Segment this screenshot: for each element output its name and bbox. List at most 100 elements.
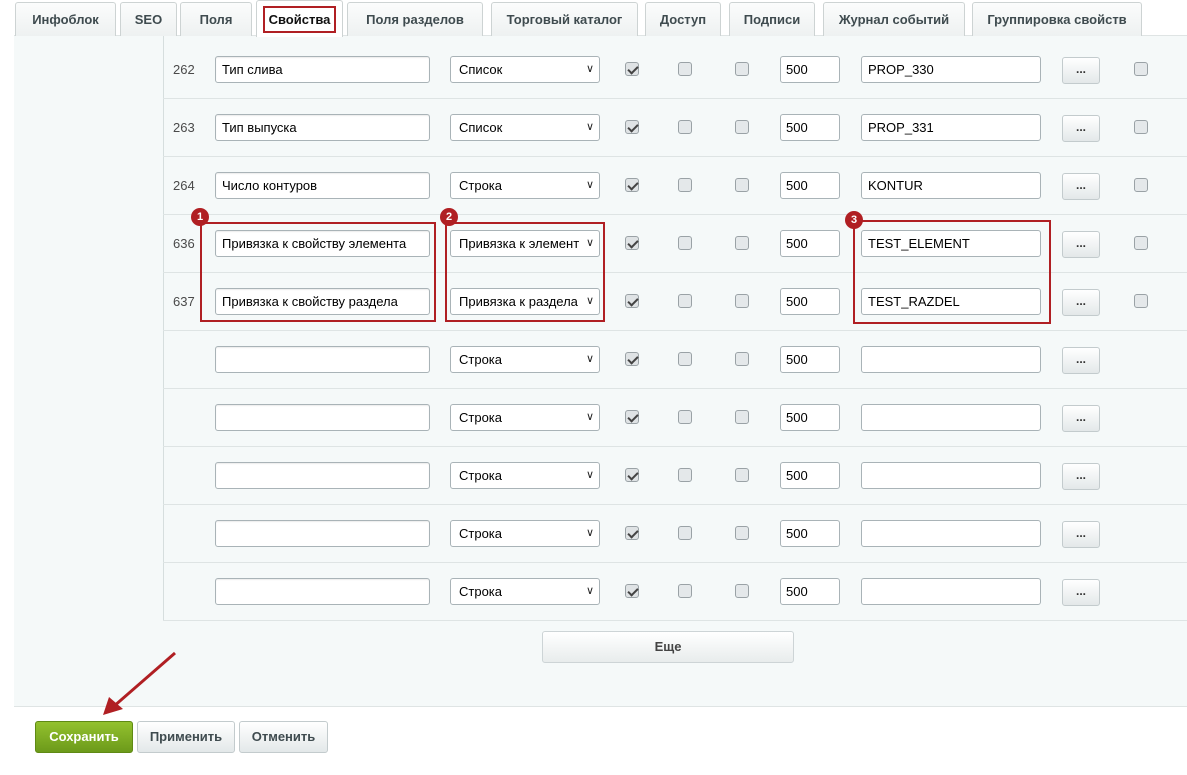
property-settings-button[interactable]: ... [1062,173,1100,200]
active-checkbox[interactable] [625,120,639,134]
tab-bar: Инфоблок SEO Поля Свойства Поля разделов Торг… [0,0,1187,37]
sort-input[interactable] [780,288,840,315]
property-settings-button[interactable]: ... [1062,521,1100,548]
sort-input[interactable] [780,172,840,199]
delete-checkbox[interactable] [1134,294,1148,308]
required-checkbox[interactable] [735,584,749,598]
chevron-down-icon: ∨ [585,469,594,481]
code-input[interactable] [861,404,1041,431]
property-name-input[interactable] [215,56,430,83]
more-button[interactable]: Еще [542,631,794,663]
multiple-checkbox[interactable] [678,352,692,366]
delete-checkbox[interactable] [1134,120,1148,134]
multiple-checkbox[interactable] [678,294,692,308]
property-type-select[interactable]: Строка ∨ [450,462,600,489]
tab-7[interactable]: Доступ [645,2,721,36]
sort-input[interactable] [780,230,840,257]
apply-button[interactable]: Применить [137,721,235,753]
property-type-select[interactable]: Строка ∨ [450,172,600,199]
save-button[interactable]: Сохранить [35,721,133,753]
property-type-select[interactable]: Строка ∨ [450,578,600,605]
property-settings-button[interactable]: ... [1062,405,1100,432]
code-input[interactable] [861,520,1041,547]
tab-label: Группировка свойств [987,12,1127,27]
active-checkbox[interactable] [625,236,639,250]
active-checkbox[interactable] [625,62,639,76]
tab-9[interactable]: Журнал событий [823,2,965,36]
multiple-checkbox[interactable] [678,178,692,192]
tab-2[interactable]: SEO [120,2,177,36]
property-settings-button[interactable]: ... [1062,57,1100,84]
multiple-checkbox[interactable] [678,410,692,424]
property-name-input[interactable] [215,462,430,489]
sort-input[interactable] [780,404,840,431]
tab-8[interactable]: Подписи [729,2,815,36]
property-settings-button[interactable]: ... [1062,347,1100,374]
required-checkbox[interactable] [735,352,749,366]
sort-input[interactable] [780,346,840,373]
required-checkbox[interactable] [735,468,749,482]
tab-5[interactable]: Поля разделов [347,2,483,36]
active-checkbox[interactable] [625,352,639,366]
property-name-input[interactable] [215,404,430,431]
cancel-button[interactable]: Отменить [239,721,328,753]
delete-checkbox[interactable] [1134,178,1148,192]
property-settings-button[interactable]: ... [1062,579,1100,606]
active-checkbox[interactable] [625,410,639,424]
delete-checkbox[interactable] [1134,62,1148,76]
property-row: Строка ∨... [163,447,1187,505]
required-checkbox[interactable] [735,526,749,540]
multiple-checkbox[interactable] [678,526,692,540]
multiple-checkbox[interactable] [678,468,692,482]
required-checkbox[interactable] [735,120,749,134]
required-checkbox[interactable] [735,410,749,424]
required-checkbox[interactable] [735,236,749,250]
property-settings-button[interactable]: ... [1062,231,1100,258]
sort-input[interactable] [780,56,840,83]
code-input[interactable] [861,462,1041,489]
property-name-input[interactable] [215,346,430,373]
property-type-select[interactable]: Строка ∨ [450,520,600,547]
property-name-input[interactable] [215,578,430,605]
code-input[interactable] [861,346,1041,373]
sort-input[interactable] [780,520,840,547]
property-type-select[interactable]: Строка ∨ [450,404,600,431]
required-checkbox[interactable] [735,294,749,308]
chevron-down-icon: ∨ [585,527,594,539]
tab-4[interactable]: Свойства [256,0,343,37]
multiple-checkbox[interactable] [678,236,692,250]
property-name-input[interactable] [215,172,430,199]
delete-checkbox[interactable] [1134,236,1148,250]
active-checkbox[interactable] [625,294,639,308]
property-name-input[interactable] [215,520,430,547]
tab-3[interactable]: Поля [180,2,252,36]
multiple-checkbox[interactable] [678,62,692,76]
property-name-input[interactable] [215,114,430,141]
sort-input[interactable] [780,462,840,489]
code-input[interactable] [861,56,1041,83]
sort-input[interactable] [780,114,840,141]
property-type-select[interactable]: Список ∨ [450,114,600,141]
code-input[interactable] [861,172,1041,199]
active-checkbox[interactable] [625,468,639,482]
multiple-checkbox[interactable] [678,584,692,598]
chevron-down-icon: ∨ [585,63,594,75]
code-input[interactable] [861,114,1041,141]
active-checkbox[interactable] [625,178,639,192]
tab-6[interactable]: Торговый каталог [491,2,638,36]
property-settings-button[interactable]: ... [1062,115,1100,142]
active-checkbox[interactable] [625,584,639,598]
property-type-select[interactable]: Строка ∨ [450,346,600,373]
tab-label: SEO [134,12,163,27]
property-type-select[interactable]: Список ∨ [450,56,600,83]
multiple-checkbox[interactable] [678,120,692,134]
property-settings-button[interactable]: ... [1062,463,1100,490]
property-settings-button[interactable]: ... [1062,289,1100,316]
active-checkbox[interactable] [625,526,639,540]
code-input[interactable] [861,578,1041,605]
required-checkbox[interactable] [735,62,749,76]
tab-10[interactable]: Группировка свойств [972,2,1142,36]
tab-1[interactable]: Инфоблок [15,2,116,36]
required-checkbox[interactable] [735,178,749,192]
sort-input[interactable] [780,578,840,605]
